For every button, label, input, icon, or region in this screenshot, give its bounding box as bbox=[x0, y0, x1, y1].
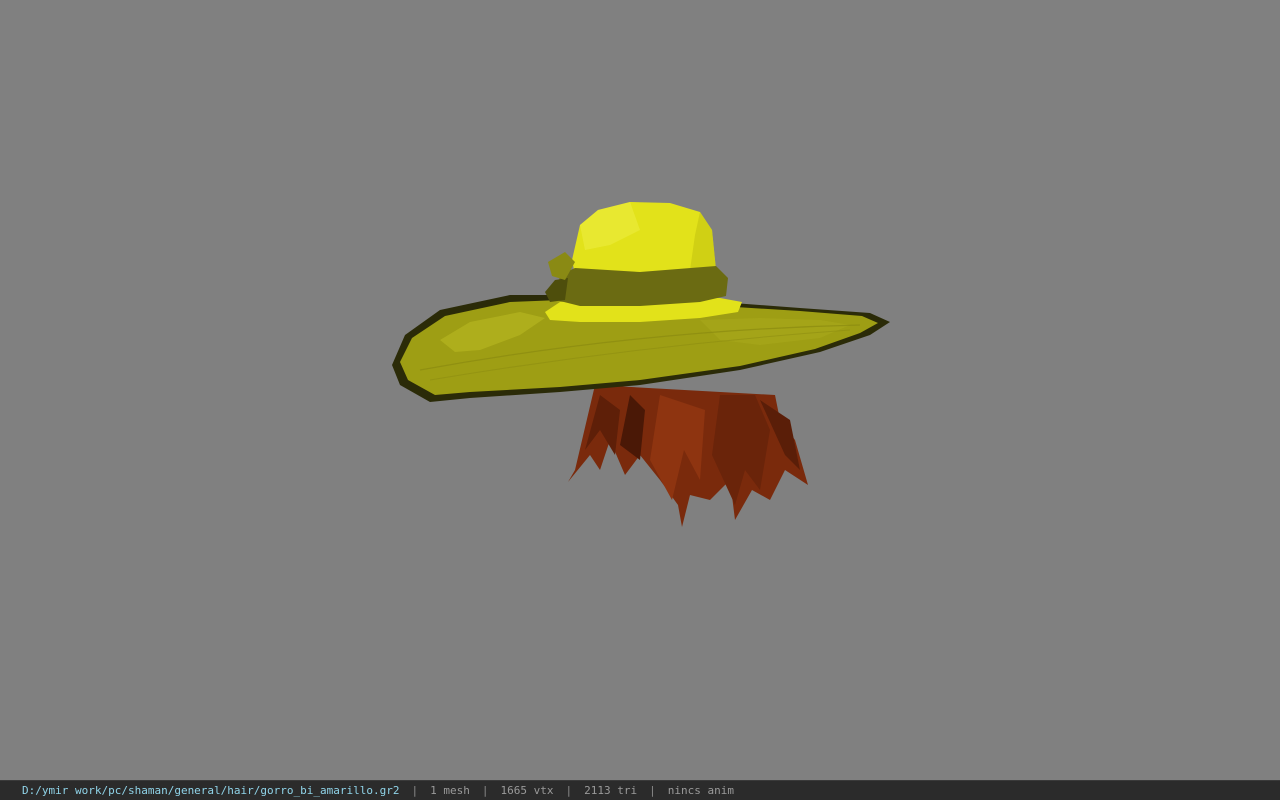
file-path-label: D:/ymir work/pc/shaman/general/hair/gorr… bbox=[22, 784, 400, 797]
triangle-count-label: 2113 tri bbox=[584, 784, 638, 797]
separator: | bbox=[481, 784, 489, 797]
separator: | bbox=[565, 784, 573, 797]
hair-mesh bbox=[568, 385, 808, 527]
hat-crown bbox=[572, 202, 716, 275]
3d-viewport[interactable] bbox=[0, 0, 1280, 780]
separator: | bbox=[649, 784, 656, 797]
vertex-count-label: 1665 vtx bbox=[500, 784, 554, 797]
model-render bbox=[392, 202, 890, 527]
animation-label: nincs anim bbox=[667, 784, 734, 797]
mesh-count-label: 1 mesh bbox=[430, 784, 470, 797]
separator: | bbox=[411, 784, 419, 797]
status-bar: D:/ymir work/pc/shaman/general/hair/gorr… bbox=[0, 780, 1280, 800]
